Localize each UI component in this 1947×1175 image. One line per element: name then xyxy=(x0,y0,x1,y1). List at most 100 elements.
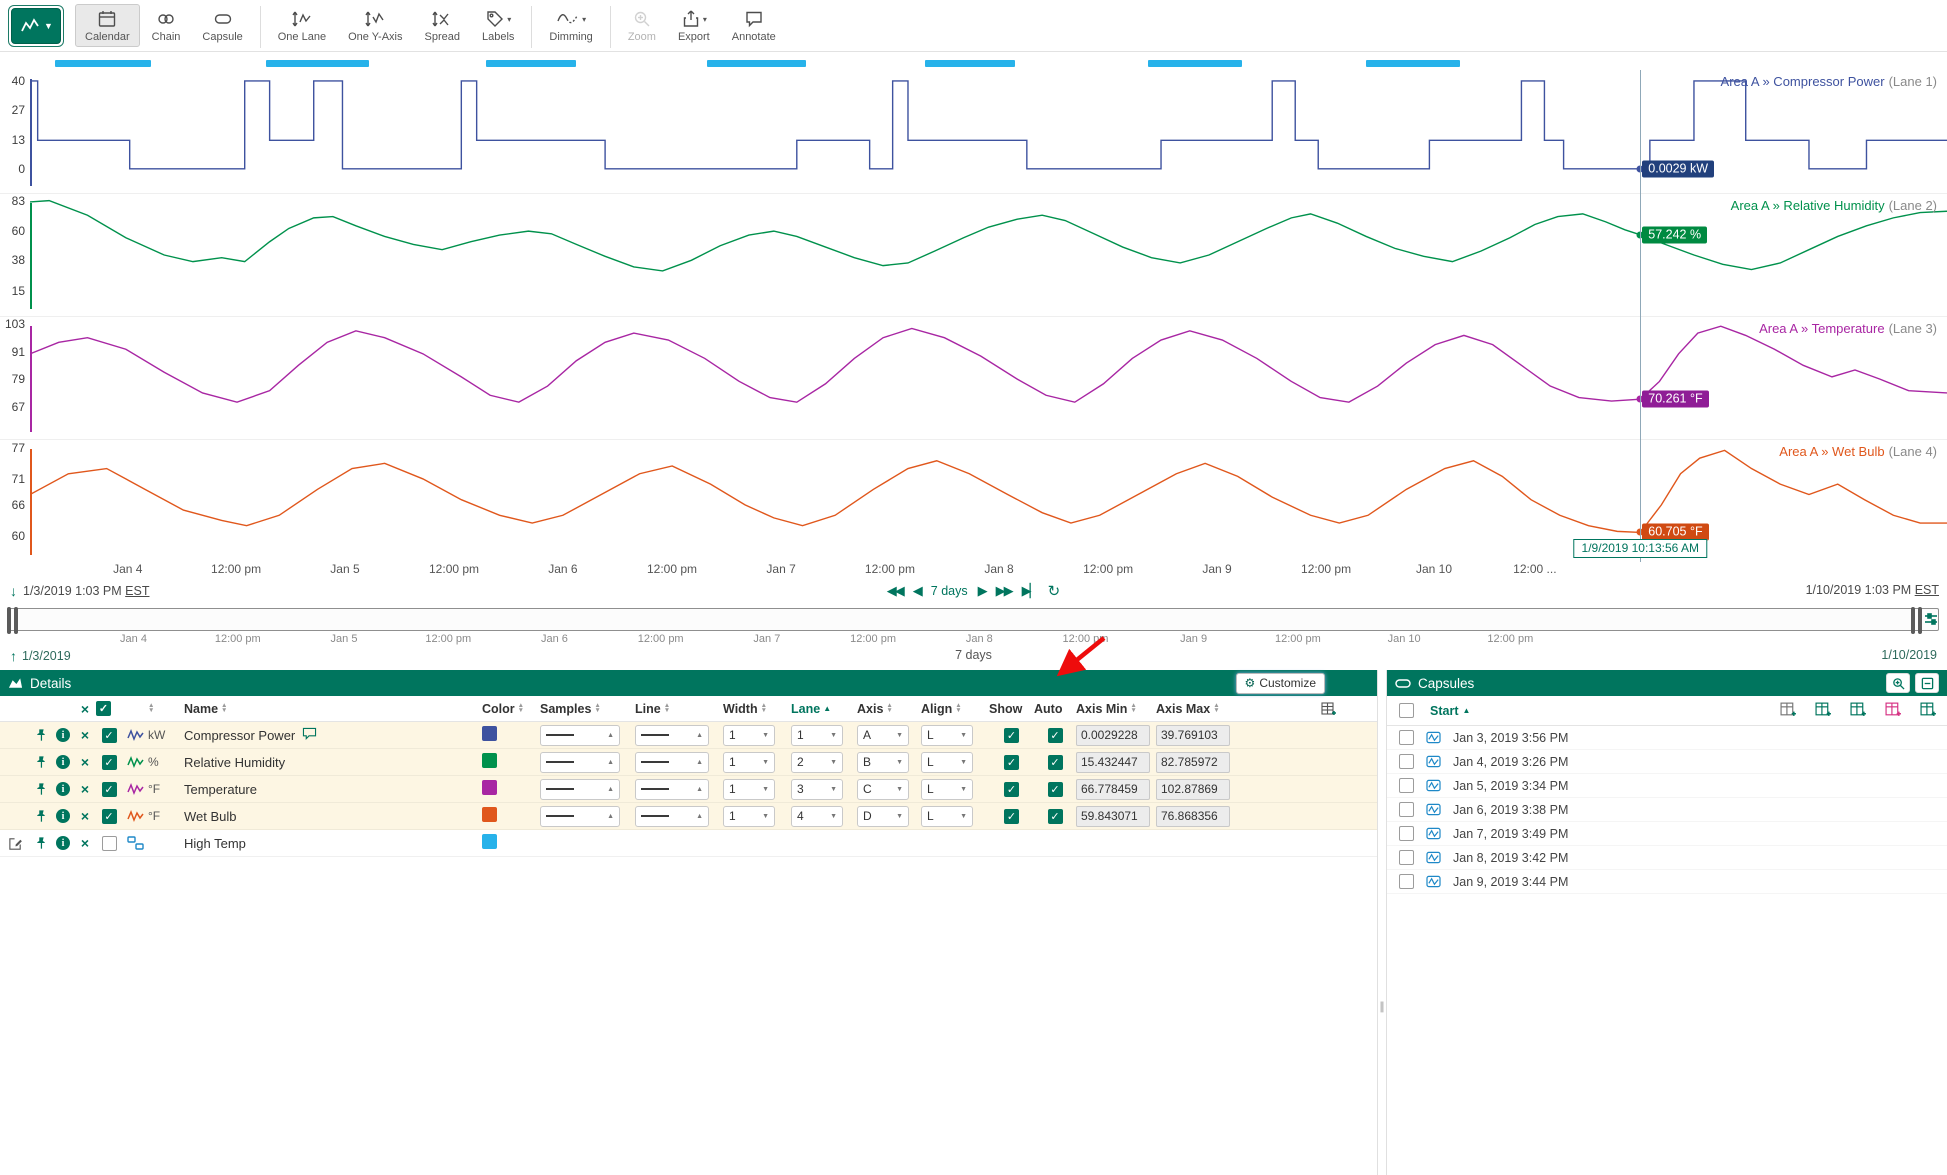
toolbar-annotate-button[interactable]: Annotate xyxy=(722,4,786,47)
signal-name[interactable]: Wet Bulb xyxy=(184,809,237,824)
axis-dropdown[interactable]: D▼ xyxy=(857,806,909,827)
show-checkbox[interactable]: ✓ xyxy=(1004,809,1019,824)
align-dropdown[interactable]: L▼ xyxy=(921,806,973,827)
capsule-checkbox[interactable]: ✓ xyxy=(1399,778,1414,793)
add-stat-column-icon[interactable] xyxy=(1815,702,1832,720)
toolbar-chain-button[interactable]: Chain xyxy=(142,4,191,47)
step-to-end-button[interactable]: ▶▏ xyxy=(1022,583,1038,599)
pan-right-button[interactable]: ▶ xyxy=(978,583,986,599)
comment-icon[interactable] xyxy=(302,727,317,743)
y-axis-lane-1[interactable]: 4027130 xyxy=(0,70,28,193)
col-align[interactable]: Align▲▼ xyxy=(921,702,989,716)
line-style-dropdown[interactable]: ▲ xyxy=(635,725,709,746)
capsule-checkbox[interactable]: ✓ xyxy=(1399,874,1414,889)
axis-min-input[interactable] xyxy=(1076,779,1150,800)
edit-icon[interactable] xyxy=(0,836,30,851)
toolbar-export-button[interactable]: ▾ Export xyxy=(668,4,720,47)
collapse-panel-button[interactable] xyxy=(1915,673,1939,693)
row-checkbox[interactable]: ✓ xyxy=(102,782,117,797)
row-checkbox[interactable]: ✓ xyxy=(102,836,117,851)
auto-checkbox[interactable]: ✓ xyxy=(1048,782,1063,797)
pan-far-right-button[interactable]: ▶▶ xyxy=(996,583,1012,599)
align-dropdown[interactable]: L▼ xyxy=(921,752,973,773)
capsule-row[interactable]: ✓ Jan 6, 2019 3:38 PM xyxy=(1387,798,1947,822)
select-all-checkbox[interactable]: ✓ xyxy=(96,701,111,716)
y-axis-lane-3[interactable]: 103917967 xyxy=(0,317,28,439)
toolbar-capsule-button[interactable]: Capsule xyxy=(192,4,252,47)
capsule-bar[interactable] xyxy=(486,60,576,67)
lane-2-plot[interactable]: Area A » Relative Humidity(Lane 2) 57.24… xyxy=(30,194,1947,316)
range-slider-left-handle[interactable] xyxy=(7,607,18,634)
samples-style-dropdown[interactable]: ▲ xyxy=(540,779,620,800)
col-auto[interactable]: Auto xyxy=(1034,702,1076,716)
info-icon[interactable]: i xyxy=(52,836,74,850)
capsule-checkbox[interactable]: ✓ xyxy=(1399,802,1414,817)
pin-icon[interactable] xyxy=(30,836,52,850)
color-swatch[interactable] xyxy=(482,807,497,822)
col-show[interactable]: Show xyxy=(989,702,1034,716)
capsule-row[interactable]: ✓ Jan 4, 2019 3:26 PM xyxy=(1387,750,1947,774)
remove-all-icon[interactable]: × xyxy=(74,701,96,717)
col-samples[interactable]: Samples▲▼ xyxy=(540,702,635,716)
details-signal-row[interactable]: i × ✓ °F Wet Bulb ▲ ▲ 1▼ 4▼ D▼ L▼ ✓ ✓ xyxy=(0,803,1377,830)
col-axis[interactable]: Axis▲▼ xyxy=(857,702,921,716)
y-axis-lane-4[interactable]: 77716660 xyxy=(0,440,28,562)
panel-resizer-handle[interactable]: ∥ xyxy=(1378,670,1386,1175)
align-dropdown[interactable]: L▼ xyxy=(921,725,973,746)
add-column-icon[interactable] xyxy=(1321,702,1337,716)
samples-style-dropdown[interactable]: ▲ xyxy=(540,725,620,746)
line-style-dropdown[interactable]: ▲ xyxy=(635,752,709,773)
capsule-row[interactable]: ✓ Jan 3, 2019 3:56 PM xyxy=(1387,726,1947,750)
line-style-dropdown[interactable]: ▲ xyxy=(635,806,709,827)
info-icon[interactable]: i xyxy=(52,809,74,823)
color-swatch[interactable] xyxy=(482,780,497,795)
capsule-bar[interactable] xyxy=(1148,60,1242,67)
col-axis-min[interactable]: Axis Min▲▼ xyxy=(1076,702,1156,716)
col-width[interactable]: Width▲▼ xyxy=(723,702,791,716)
add-stat-column-icon[interactable] xyxy=(1920,702,1937,720)
col-lane[interactable]: Lane▲ xyxy=(791,702,857,716)
signal-name[interactable]: Compressor Power xyxy=(184,728,295,743)
axis-min-input[interactable] xyxy=(1076,725,1150,746)
axis-dropdown[interactable]: A▼ xyxy=(857,725,909,746)
color-swatch[interactable] xyxy=(482,726,497,741)
capsule-zoom-button[interactable] xyxy=(1886,673,1910,693)
toolbar-dimming-button[interactable]: ▾ Dimming xyxy=(539,4,602,47)
pin-icon[interactable] xyxy=(30,755,52,769)
details-signal-row[interactable]: i × ✓ °F Temperature ▲ ▲ 1▼ 3▼ C▼ L▼ ✓ ✓ xyxy=(0,776,1377,803)
remove-icon[interactable]: × xyxy=(74,781,96,797)
col-line[interactable]: Line▲▼ xyxy=(635,702,723,716)
row-checkbox[interactable]: ✓ xyxy=(102,755,117,770)
capsule-bar[interactable] xyxy=(55,60,151,67)
capsule-row[interactable]: ✓ Jan 9, 2019 3:44 PM xyxy=(1387,870,1947,894)
line-width-dropdown[interactable]: 1▼ xyxy=(723,779,775,800)
lane-dropdown[interactable]: 3▼ xyxy=(791,779,843,800)
remove-icon[interactable]: × xyxy=(74,808,96,824)
add-column-icon[interactable] xyxy=(1780,702,1797,720)
axis-dropdown[interactable]: B▼ xyxy=(857,752,909,773)
investigate-end-date[interactable]: 1/10/2019 xyxy=(1881,648,1937,662)
toolbar-one-lane-button[interactable]: One Lane xyxy=(268,4,336,47)
line-width-dropdown[interactable]: 1▼ xyxy=(723,806,775,827)
lane-dropdown[interactable]: 1▼ xyxy=(791,725,843,746)
details-condition-row[interactable]: i × ✓ High Temp xyxy=(0,830,1377,857)
range-slider-right-handle[interactable] xyxy=(1911,607,1922,634)
info-icon[interactable]: i xyxy=(52,755,74,769)
remove-icon[interactable]: × xyxy=(74,727,96,743)
axis-max-input[interactable] xyxy=(1156,779,1230,800)
samples-style-dropdown[interactable]: ▲ xyxy=(540,806,620,827)
samples-style-dropdown[interactable]: ▲ xyxy=(540,752,620,773)
auto-checkbox[interactable]: ✓ xyxy=(1048,755,1063,770)
axis-min-input[interactable] xyxy=(1076,752,1150,773)
pan-far-left-button[interactable]: ◀◀ xyxy=(887,583,903,599)
capsule-bar[interactable] xyxy=(925,60,1015,67)
capsule-checkbox[interactable]: ✓ xyxy=(1399,826,1414,841)
capsule-checkbox[interactable]: ✓ xyxy=(1399,730,1414,745)
capsule-bar[interactable] xyxy=(707,60,807,67)
row-checkbox[interactable]: ✓ xyxy=(102,728,117,743)
col-start[interactable]: Start▲ xyxy=(1430,704,1470,718)
condition-name[interactable]: High Temp xyxy=(184,836,246,851)
capsule-row[interactable]: ✓ Jan 8, 2019 3:42 PM xyxy=(1387,846,1947,870)
refresh-button[interactable]: ↻ xyxy=(1048,582,1061,600)
auto-checkbox[interactable]: ✓ xyxy=(1048,728,1063,743)
